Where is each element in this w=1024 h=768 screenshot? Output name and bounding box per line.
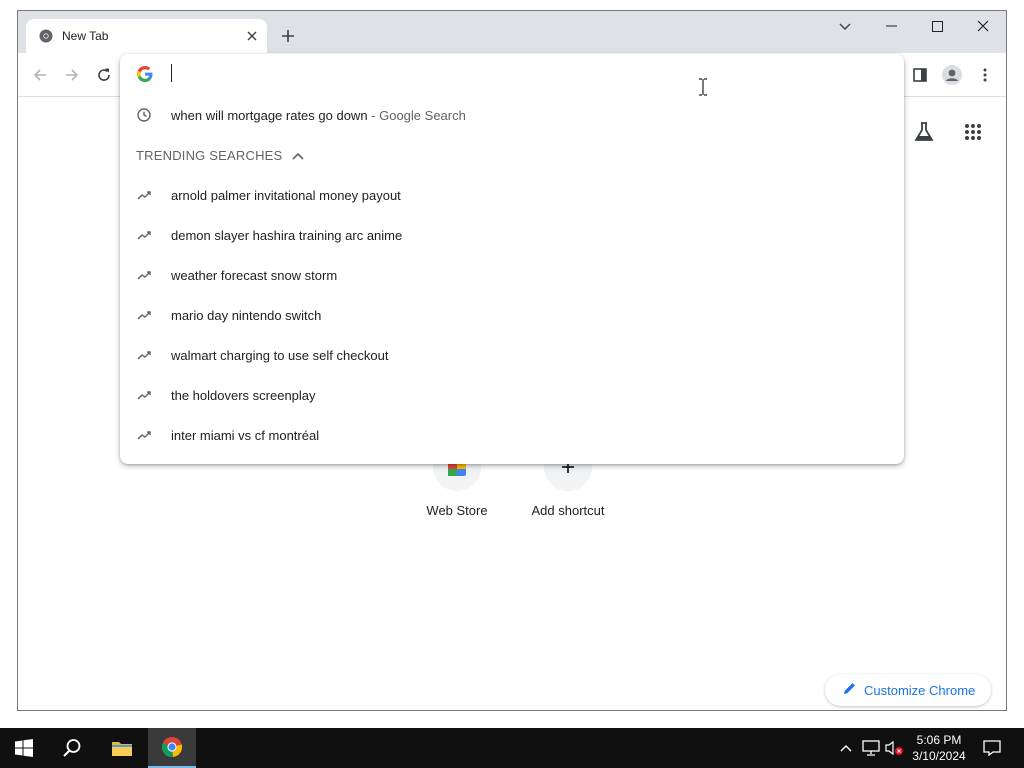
suggestion-text: when will mortgage rates go down - Googl… [171,108,466,123]
trending-suggestion[interactable]: demon slayer hashira training arc anime [120,215,904,255]
chevron-up-icon[interactable] [292,148,304,163]
file-explorer-icon[interactable] [98,728,146,768]
history-clock-icon [136,107,152,123]
suggestion-text: weather forecast snow storm [171,267,338,283]
chrome-favicon-icon [39,29,53,43]
shortcut-label: Web Store [426,503,488,518]
omnibox-input[interactable] [170,64,870,84]
search-icon[interactable] [48,728,96,768]
maximize-button[interactable] [914,11,960,41]
trending-arrow-icon [136,187,152,203]
profile-avatar-icon[interactable] [938,61,966,89]
customize-chrome-label: Customize Chrome [864,682,976,698]
suggestion-text: demon slayer hashira training arc anime [171,227,403,243]
volume-muted-icon[interactable] [884,728,906,768]
trending-arrow-icon [136,267,152,283]
tab-strip: New Tab [18,11,1006,53]
trending-suggestion[interactable]: walmart charging to use self checkout [120,335,904,375]
google-apps-grid-icon[interactable] [958,117,988,147]
network-icon[interactable] [860,728,882,768]
trending-suggestion[interactable]: arnold palmer invitational money payout [120,175,904,215]
trending-arrow-icon [136,307,152,323]
tab-search-chevron-icon[interactable] [830,15,860,39]
pencil-icon [843,682,856,698]
close-window-button[interactable] [960,11,1006,41]
shortcut-label: Add shortcut [531,503,605,518]
forward-arrow-icon[interactable] [58,61,86,89]
trending-arrow-icon [136,227,152,243]
labs-flask-icon[interactable] [909,117,939,147]
google-g-icon [137,66,153,82]
suggestion-text: walmart charging to use self checkout [171,347,389,363]
windows-taskbar: 5:06 PM 3/10/2024 [0,728,1024,768]
tab-new-tab[interactable]: New Tab [26,19,267,53]
trending-arrow-icon [136,387,152,403]
new-tab-button[interactable] [276,24,300,48]
trending-arrow-icon [136,427,152,443]
windows-start-icon[interactable] [0,728,48,768]
customize-chrome-button[interactable]: Customize Chrome [825,674,991,706]
trending-suggestion[interactable]: inter miami vs cf montréal [120,415,904,455]
suggestion-query: when will mortgage rates go down [171,107,368,123]
back-arrow-icon[interactable] [26,61,54,89]
tab-title: New Tab [62,29,109,43]
notification-center-icon[interactable] [978,728,1006,768]
trending-arrow-icon [136,347,152,363]
clock-time: 5:06 PM [916,733,962,747]
trending-searches-header[interactable]: TRENDING SEARCHES [136,148,304,163]
suggestion-suffix: - Google Search [367,107,466,123]
suggestion-text: mario day nintendo switch [171,307,322,323]
trending-suggestion[interactable]: the holdovers screenplay [120,375,904,415]
omnibox-input-row [120,54,904,94]
more-menu-icon[interactable] [971,61,999,89]
suggestion-text: inter miami vs cf montréal [171,427,320,443]
trending-suggestion[interactable]: mario day nintendo switch [120,295,904,335]
reload-icon[interactable] [90,61,118,89]
trending-suggestion[interactable]: weather forecast snow storm [120,255,904,295]
chrome-taskbar-icon[interactable] [148,728,196,768]
suggestion-text: arnold palmer invitational money payout [171,187,401,203]
history-suggestion[interactable]: when will mortgage rates go down - Googl… [120,95,904,135]
omnibox-dropdown: when will mortgage rates go down - Googl… [120,54,904,464]
suggestion-text: the holdovers screenplay [171,387,316,403]
taskbar-clock[interactable]: 5:06 PM 3/10/2024 [908,732,970,764]
show-hidden-icons-chevron-icon[interactable] [838,728,854,768]
minimize-button[interactable] [868,11,914,41]
ibeam-cursor-icon [698,78,708,96]
tab-close-icon[interactable] [241,25,263,47]
clock-date: 3/10/2024 [912,749,966,763]
side-panel-icon[interactable] [906,61,934,89]
trending-header-label: TRENDING SEARCHES [136,148,283,163]
text-caret [171,64,172,82]
